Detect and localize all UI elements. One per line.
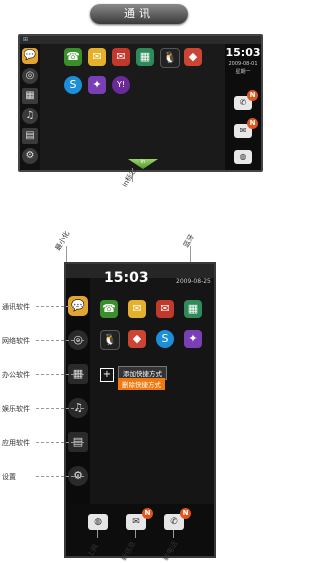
phone-app-icon[interactable]: ☎ (64, 48, 82, 66)
right-panel: 15:03 2009-08-01 星期一 ✆ N ✉ N ◍ (225, 44, 261, 170)
network-icon[interactable]: ◎ (22, 68, 38, 84)
callout-line (36, 340, 84, 341)
star-app-icon[interactable]: ✦ (184, 330, 202, 348)
weekday: 星期一 (235, 69, 251, 75)
add-icon[interactable]: + (100, 368, 114, 382)
callout-line (36, 442, 84, 443)
callout-line (36, 476, 84, 477)
phone-screen-shortcuts: 15:03 2009-08-25 💬 ◎ ▦ ♫ ▤ ⚙ ☎ ✉ ✉ ▦ 🐧 ◆… (64, 262, 216, 558)
settings-callout: 设置 (2, 473, 16, 481)
clock: 15:03 (225, 46, 261, 59)
comm-software-callout: 通讯软件 (2, 303, 30, 311)
callout-line (135, 530, 136, 538)
new-message-badge: N (142, 508, 153, 519)
date: 2009-08-25 (176, 278, 211, 285)
entertainment-software-callout: 娱乐软件 (2, 405, 30, 413)
bluetooth-callout: 蓝牙 (182, 232, 196, 250)
mail-app-icon[interactable]: ✉ (128, 300, 146, 318)
status-bar: ⊞ (20, 36, 261, 44)
office-software-callout: 办公软件 (2, 371, 30, 379)
star-app-icon[interactable]: ✦ (88, 76, 106, 94)
callout-line (36, 408, 84, 409)
qq-app-icon[interactable]: 🐧 (160, 48, 180, 68)
minimize-callout: 最小化 (53, 229, 72, 253)
date: 2009-08-01 (228, 61, 258, 67)
office-icon[interactable]: ▦ (22, 88, 38, 104)
qq-app-icon[interactable]: 🐧 (100, 330, 120, 350)
callout-line (173, 530, 174, 538)
callout-line (97, 530, 98, 538)
browser-button[interactable]: ◍ (234, 150, 252, 164)
callout-line (36, 306, 84, 307)
callout-line (36, 374, 84, 375)
sidebar: 💬 ◎ ▦ ♫ ▤ ⚙ (20, 44, 40, 170)
outlook-app-icon[interactable]: ✉ (156, 300, 174, 318)
apps-icon[interactable]: ▤ (22, 128, 38, 144)
gear-icon[interactable]: ⚙ (22, 148, 38, 164)
browser-button[interactable]: ◍ (88, 514, 108, 530)
phone-app-icon[interactable]: ☎ (100, 300, 118, 318)
new-message-badge: N (247, 118, 258, 129)
section-title: 通讯 (90, 4, 188, 24)
phone-screen-communications: ⊞ 💬 ◎ ▦ ♫ ▤ ⚙ ☎ ✉ ✉ ▦ 🐧 ◆ S ✦ Y! 15:03 2… (18, 34, 263, 172)
windows-icon: ⊞ (23, 36, 29, 43)
delete-shortcut-menu-item[interactable]: 删除快捷方式 (118, 378, 165, 390)
yahoo-app-icon[interactable]: Y! (112, 76, 130, 94)
messenger-app-icon[interactable]: ◆ (184, 48, 202, 66)
contacts-app-icon[interactable]: ▦ (184, 300, 202, 318)
new-call-badge: N (247, 90, 258, 101)
chat-icon[interactable]: 💬 (22, 48, 38, 64)
clock: 15:03 (104, 270, 149, 286)
new-call-badge: N (180, 508, 191, 519)
mail-app-icon[interactable]: ✉ (88, 48, 106, 66)
outlook-app-icon[interactable]: ✉ (112, 48, 130, 66)
skype-app-icon[interactable]: S (64, 76, 82, 94)
contacts-app-icon[interactable]: ▦ (136, 48, 154, 66)
skype-app-icon[interactable]: S (156, 330, 174, 348)
network-software-callout: 网络软件 (2, 337, 30, 345)
messenger-app-icon[interactable]: ◆ (128, 330, 146, 348)
headphones-icon[interactable]: ♫ (22, 108, 38, 124)
app-software-callout: 应用软件 (2, 439, 30, 447)
